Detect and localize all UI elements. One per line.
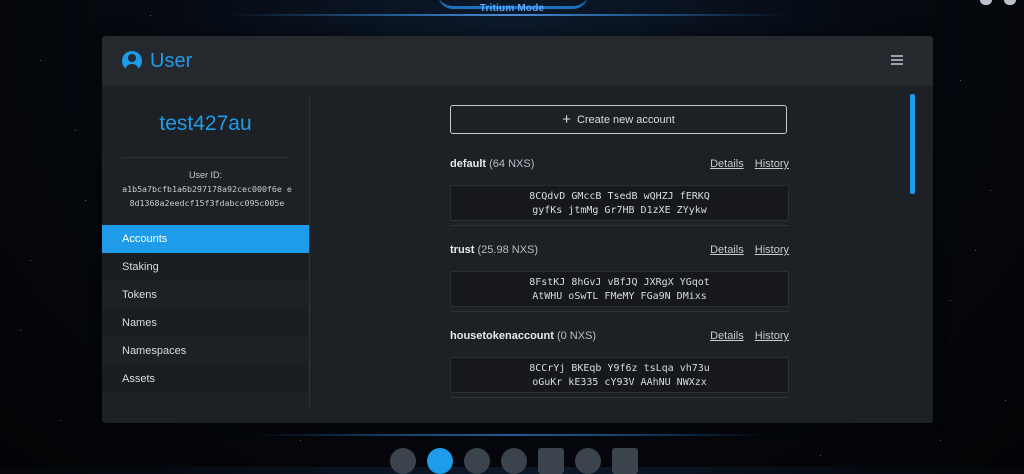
user-icon[interactable]: [427, 448, 453, 474]
details-link[interactable]: Details: [710, 330, 744, 342]
create-account-button[interactable]: + Create new account: [450, 105, 787, 134]
account-balance: (64 NXS): [489, 158, 535, 170]
send-icon[interactable]: [464, 448, 490, 474]
account-separator: [450, 225, 789, 226]
transactions-icon[interactable]: [501, 448, 527, 474]
account-separator: [450, 311, 789, 312]
dock-glow-line: [250, 434, 770, 436]
top-brand: Tritium Mode: [0, 0, 1024, 20]
plus-icon: +: [562, 111, 571, 128]
mode-label: Tritium Mode: [479, 3, 545, 14]
account-balance: (25.98 NXS): [477, 244, 539, 256]
network-icon[interactable]: [980, 0, 992, 5]
status-icon[interactable]: [1004, 0, 1016, 5]
overview-icon[interactable]: [390, 448, 416, 474]
history-link[interactable]: History: [755, 330, 789, 342]
user-id-label: User ID:: [188, 170, 222, 180]
account-name: trust: [450, 244, 475, 256]
account-header: housetokenaccount (0 NXS) Details Histor…: [450, 330, 789, 346]
account-address-line: 8CCrYj BKEqb Y9f6z tsLqa vh73u: [529, 363, 710, 374]
account-card: trust (25.98 NXS) Details History 8FstKJ…: [450, 244, 789, 307]
top-right-icons: [980, 0, 1016, 5]
account-card: housetokenaccount (0 NXS) Details Histor…: [450, 330, 789, 393]
console-icon[interactable]: [612, 448, 638, 474]
user-id-value: a1b5a7bcfb1a6b297178a92cec000f6e e8d1368…: [122, 184, 292, 208]
account-card: default (64 NXS) Details History 8CQdvD …: [450, 158, 789, 221]
account-separator: [450, 397, 789, 398]
details-link[interactable]: Details: [710, 244, 744, 256]
sidebar-divider: [122, 157, 288, 158]
account-address-line: gyfKs jtmMg Gr7HB D1zXE ZYykw: [532, 204, 707, 216]
sidebar: test427au User ID: a1b5a7bcfb1a6b297178a…: [102, 86, 309, 423]
account-address-line: 8FstKJ 8hGvJ vBfJQ JXRgX YGqot: [529, 277, 710, 288]
sidebar-item-assets[interactable]: Assets: [102, 365, 309, 393]
accounts-content: + Create new account default (64 NXS) De…: [310, 86, 933, 423]
account-name: default: [450, 158, 487, 170]
sidebar-nav: Accounts Staking Tokens Names Namespaces…: [102, 225, 309, 393]
account-address[interactable]: 8CCrYj BKEqb Y9f6z tsLqa vh73u oGuKr kE3…: [450, 357, 789, 393]
sidebar-item-tokens[interactable]: Tokens: [102, 281, 309, 309]
account-address[interactable]: 8FstKJ 8hGvJ vBfJQ JXRgX YGqot AtWHU oSw…: [450, 271, 789, 307]
sidebar-item-names[interactable]: Names: [102, 309, 309, 337]
username: test427au: [159, 112, 252, 135]
sidebar-item-accounts[interactable]: Accounts: [102, 225, 309, 253]
account-header: default (64 NXS) Details History: [450, 158, 789, 174]
user-circle-icon: [122, 51, 142, 71]
history-link[interactable]: History: [755, 158, 789, 170]
account-name: housetokenaccount: [450, 330, 554, 342]
details-link[interactable]: Details: [710, 158, 744, 170]
account-header: trust (25.98 NXS) Details History: [450, 244, 789, 260]
panel-header: User: [102, 36, 933, 86]
account-address[interactable]: 8CQdvD GMccB TsedB wQHZJ fERKQ gyfKs jtm…: [450, 185, 789, 221]
create-account-label: Create new account: [576, 113, 675, 126]
settings-icon[interactable]: [575, 448, 601, 474]
bottom-dock: [390, 448, 638, 474]
account-address-line: oGuKr kE335 cY93V AAhNU NWXzx: [532, 376, 707, 388]
user-panel: User test427au User ID: a1b5a7bcfb1a6b29…: [102, 36, 933, 423]
account-address-line: 8CQdvD GMccB TsedB wQHZJ fERKQ: [529, 191, 710, 202]
scrollbar-thumb[interactable]: [910, 94, 915, 194]
account-balance: (0 NXS): [556, 330, 597, 342]
history-link[interactable]: History: [755, 244, 789, 256]
sidebar-item-staking[interactable]: Staking: [102, 253, 309, 281]
panel-title: User: [150, 49, 193, 72]
address-book-icon[interactable]: [538, 448, 564, 474]
sidebar-item-namespaces[interactable]: Namespaces: [102, 337, 309, 365]
account-address-line: AtWHU oSwTL FMeMY FGa9N DMixs: [532, 290, 707, 302]
top-glow-line: [230, 14, 790, 16]
hamburger-menu-icon[interactable]: [891, 55, 903, 65]
